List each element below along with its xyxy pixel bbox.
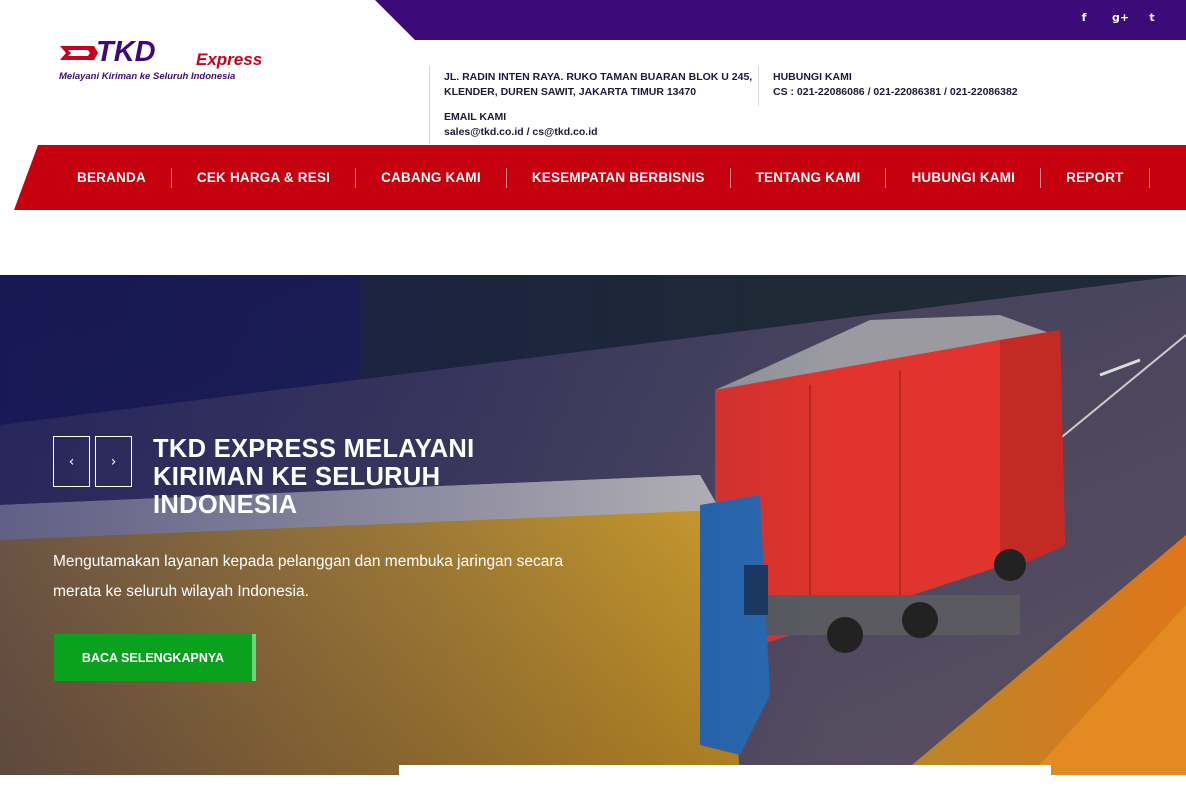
top-bar <box>375 0 1186 40</box>
hero-slider: ‹ › TKD EXPRESS MELAYANI KIRIMAN KE SELU… <box>0 275 1186 775</box>
logo-brand: TKD <box>96 36 156 68</box>
nav-item-cek-harga[interactable]: CEK HARGA & RESI <box>172 167 357 188</box>
divider <box>758 66 759 106</box>
nav-item-cabang[interactable]: CABANG KAMI <box>356 167 507 188</box>
main-nav: BERANDA CEK HARGA & RESI CABANG KAMI KES… <box>14 145 1186 210</box>
chevron-right-icon: › <box>110 453 117 470</box>
nav-item-bisnis[interactable]: KESEMPATAN BERBISNIS <box>507 167 731 188</box>
hero-title: TKD EXPRESS MELAYANI KIRIMAN KE SELURUH … <box>153 435 475 519</box>
slider-prev-button[interactable]: ‹ <box>53 436 90 487</box>
divider <box>429 66 430 144</box>
chevron-left-icon: ‹ <box>68 453 75 470</box>
social-links: f g+ t <box>1078 11 1158 24</box>
address-block: JL. RADIN INTEN RAYA. RUKO TAMAN BUARAN … <box>444 70 752 100</box>
phone-block: HUBUNGI KAMI CS : 021-22086086 / 021-220… <box>773 70 1018 100</box>
nav-item-beranda[interactable]: BERANDA <box>52 167 172 188</box>
logo-tagline: Melayani Kiriman ke Seluruh Indonesia <box>59 71 236 82</box>
logo-express: Express <box>196 50 263 69</box>
read-more-button[interactable]: BACA SELENGKAPNYA <box>54 634 256 681</box>
logo-arrow-icon <box>60 46 98 60</box>
hero-description: Mengutamakan layanan kepada pelanggan da… <box>53 553 564 600</box>
twitter-icon[interactable]: t <box>1146 11 1158 24</box>
email-label: EMAIL KAMI <box>444 111 507 123</box>
nav-items: BERANDA CEK HARGA & RESI CABANG KAMI KES… <box>52 145 1150 210</box>
page: f g+ t TKD Express Melayani Kiriman ke S… <box>0 0 1186 805</box>
nav-item-hubungi[interactable]: HUBUNGI KAMI <box>886 167 1042 188</box>
email-block: EMAIL KAMI sales@tkd.co.id / cs@tkd.co.i… <box>444 110 598 140</box>
phone-value[interactable]: CS : 021-22086086 / 021-22086381 / 021-2… <box>773 85 1018 100</box>
facebook-icon[interactable]: f <box>1078 11 1090 24</box>
site-logo[interactable]: TKD Express Melayani Kiriman ke Seluruh … <box>58 36 280 84</box>
address-line-1: JL. RADIN INTEN RAYA. RUKO TAMAN BUARAN … <box>444 71 753 83</box>
nav-item-report[interactable]: REPORT <box>1041 167 1150 188</box>
address-line-2: KLENDER, DUREN SAWIT, JAKARTA TIMUR 1347… <box>444 86 697 98</box>
nav-item-tentang[interactable]: TENTANG KAMI <box>731 167 887 188</box>
slider-next-button[interactable]: › <box>95 436 132 487</box>
content-card <box>399 765 1051 805</box>
google-plus-icon[interactable]: g+ <box>1112 11 1129 24</box>
email-value[interactable]: sales@tkd.co.id / cs@tkd.co.id <box>444 125 598 140</box>
phone-label: HUBUNGI KAMI <box>773 71 852 83</box>
hero-overlay <box>0 275 1186 775</box>
